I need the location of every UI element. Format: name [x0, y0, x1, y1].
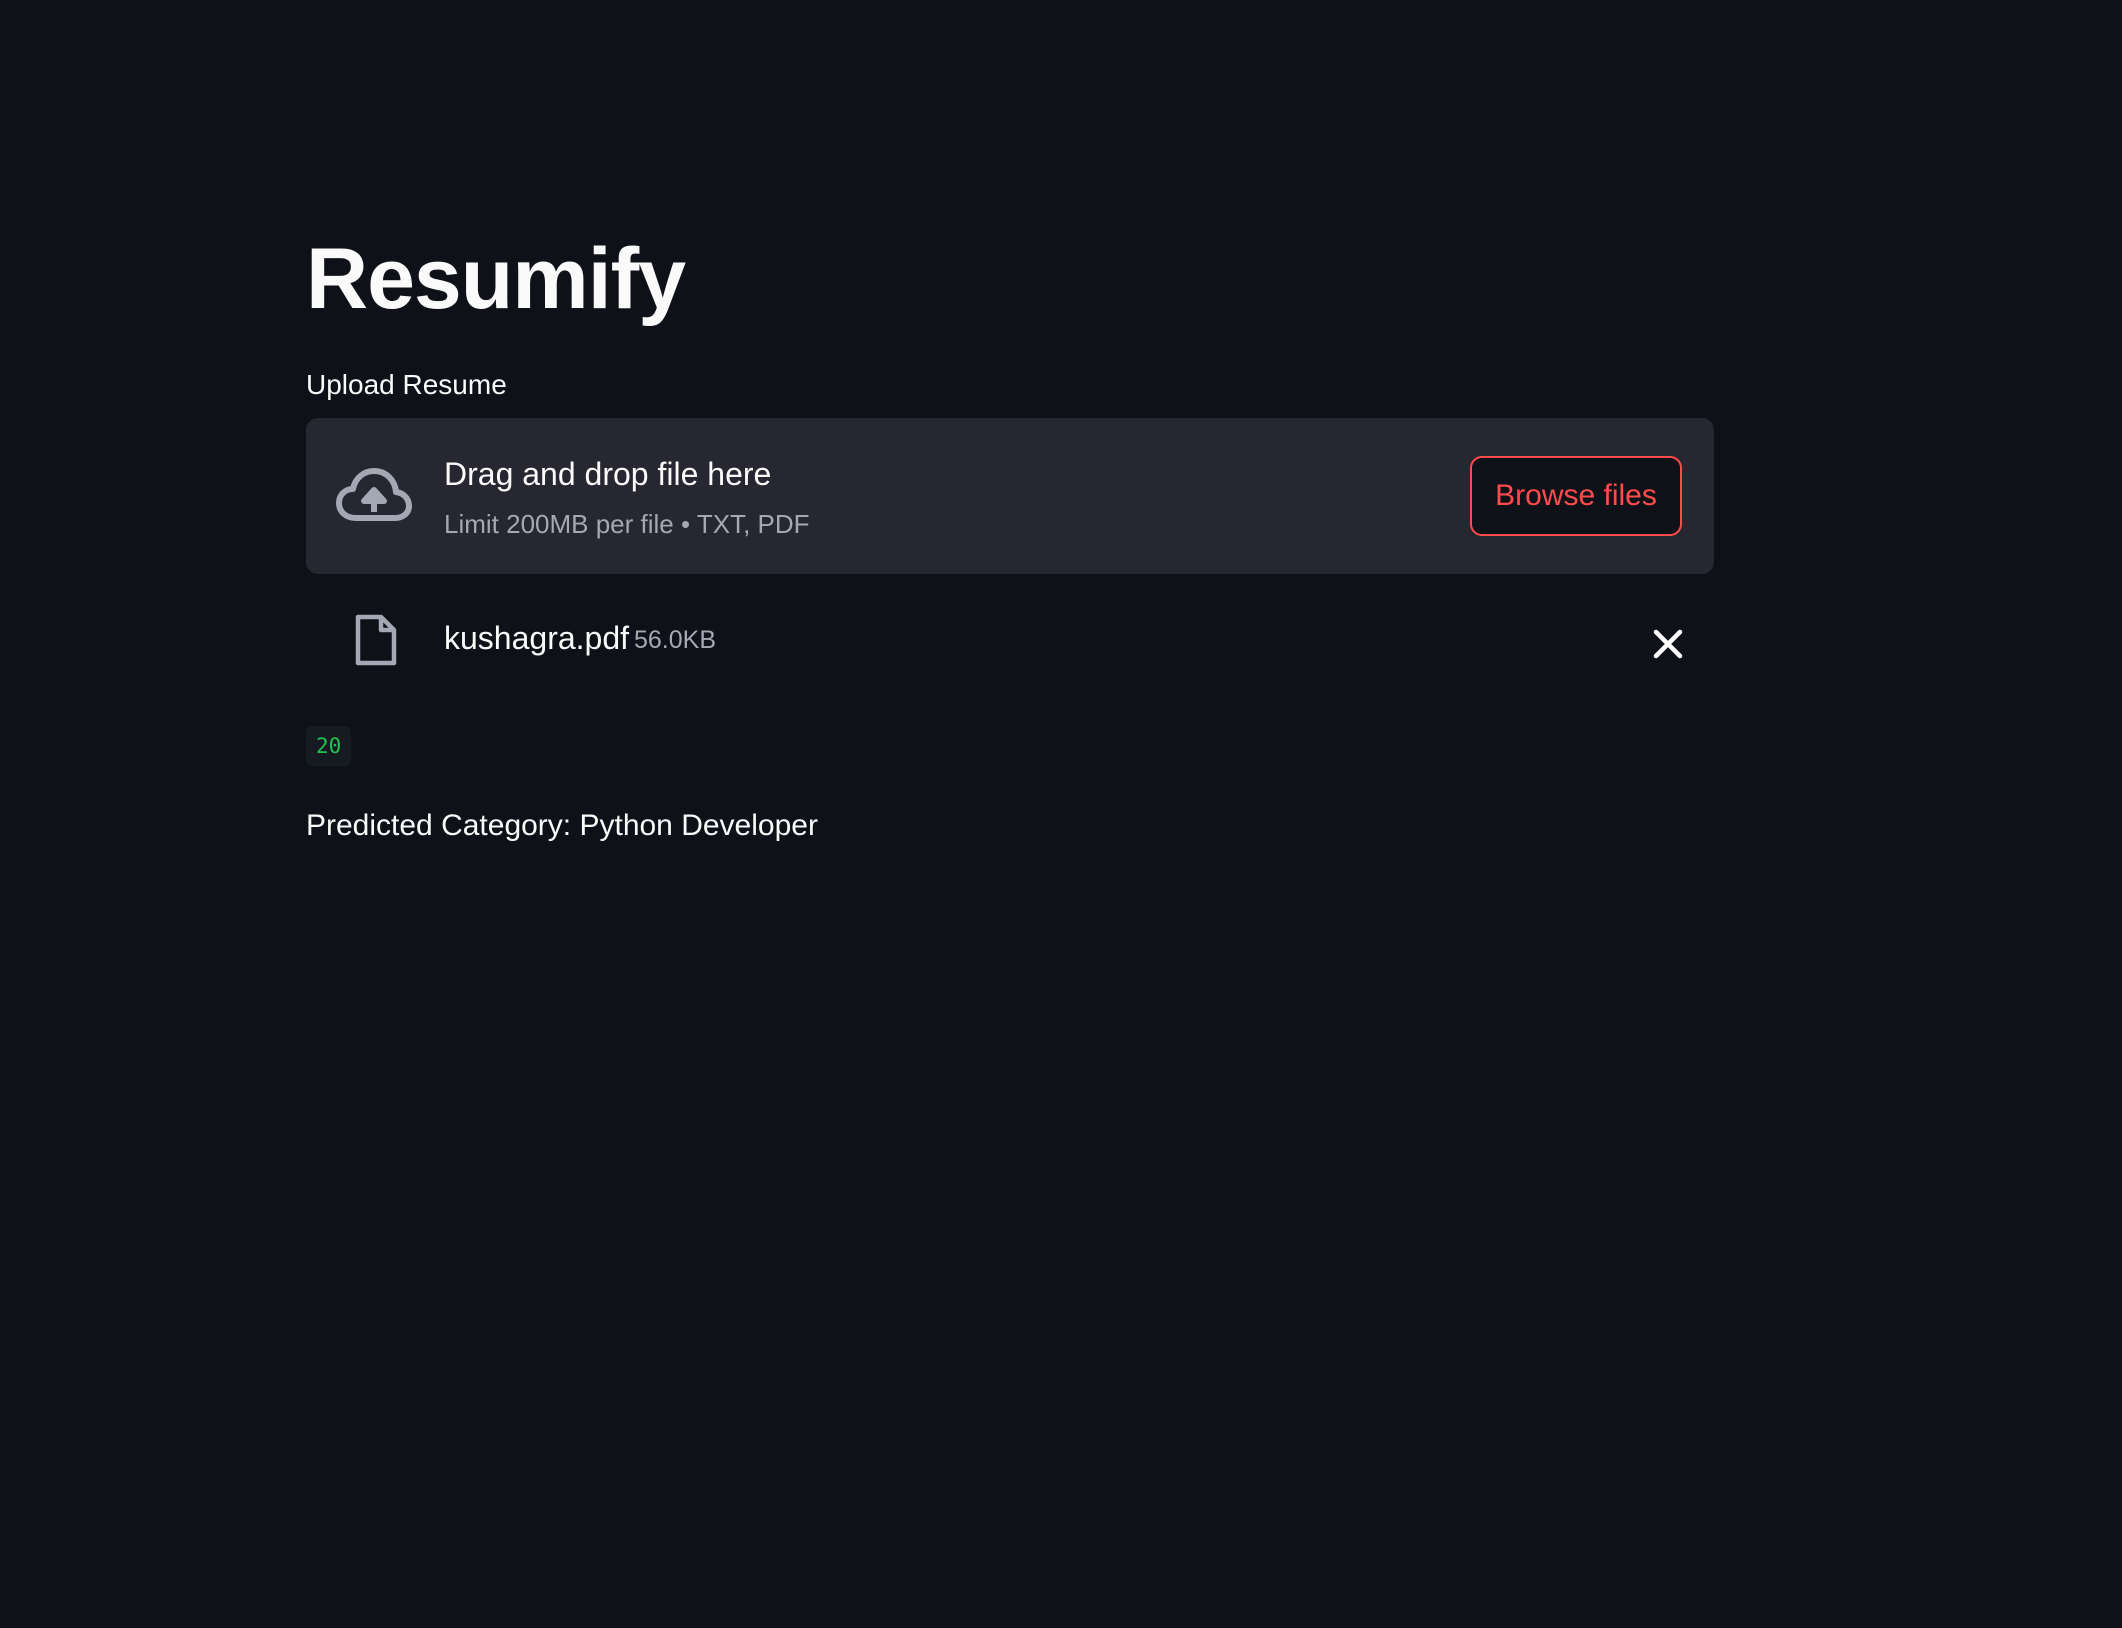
dropzone-title: Drag and drop file here — [444, 456, 772, 492]
browse-files-button[interactable]: Browse files — [1470, 456, 1682, 536]
uploader-label: Upload Resume — [306, 369, 507, 400]
main-container: Resumify Upload Resume Drag and drop fil… — [306, 0, 1714, 1628]
close-icon[interactable] — [1646, 622, 1690, 666]
code-output: 20 — [306, 726, 352, 766]
uploaded-file-row: kushagra.pdf 56.0KB — [306, 600, 1714, 676]
file-icon — [355, 614, 397, 666]
uploaded-file-size: 56.0KB — [634, 626, 717, 654]
cloud-upload-icon — [336, 468, 412, 521]
file-dropzone[interactable]: Drag and drop file here Limit 200MB per … — [306, 418, 1714, 574]
dropzone-limits: Limit 200MB per file • TXT, PDF — [444, 509, 810, 539]
page-title: Resumify — [306, 231, 686, 327]
predicted-category: Predicted Category: Python Developer — [306, 809, 818, 842]
uploaded-file-name: kushagra.pdf — [444, 620, 630, 656]
